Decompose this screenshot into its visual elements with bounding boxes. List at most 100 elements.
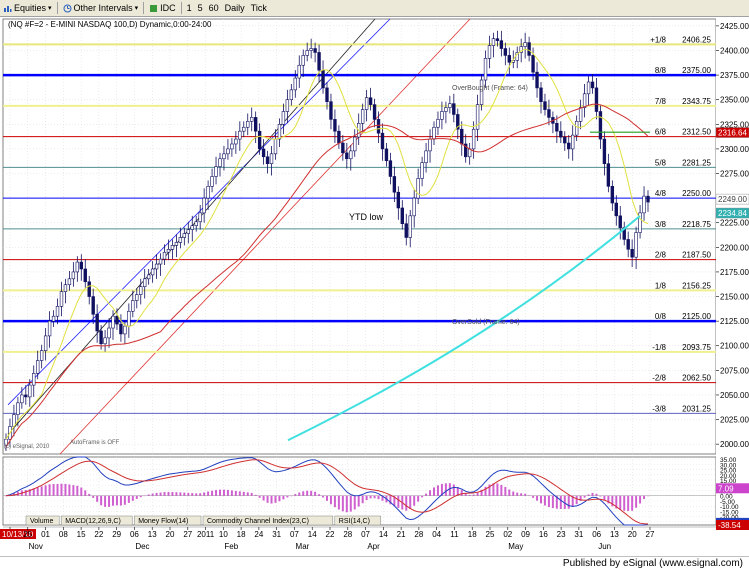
- toolbar-button-equities[interactable]: Equities ▾: [0, 1, 55, 16]
- macd-histogram-bar: [278, 495, 281, 502]
- candle-body: [47, 320, 52, 337]
- macd-histogram-bar: [377, 495, 380, 500]
- murrey-value: 2406.25: [682, 35, 711, 44]
- macd-histogram-bar: [452, 484, 455, 496]
- macd-histogram-bar: [226, 489, 229, 496]
- toolbar-button-idc[interactable]: IDC: [146, 1, 179, 16]
- macd-histogram-bar: [143, 495, 146, 497]
- candle-body: [436, 119, 440, 128]
- price-tick-label: 2400.00: [720, 46, 749, 55]
- macd-histogram-bar: [413, 495, 416, 506]
- macd-histogram-bar: [60, 483, 63, 496]
- candle-body: [578, 107, 583, 122]
- macd-histogram-bar: [234, 490, 237, 496]
- ytd-low-label: YTD low: [349, 212, 384, 222]
- pane-tab-label: MACD(12,26,9,C): [65, 518, 121, 525]
- macd-histogram-bar: [215, 490, 218, 496]
- macd-histogram-bar: [575, 495, 578, 505]
- candle-body: [170, 245, 175, 250]
- macd-histogram-bar: [647, 495, 649, 497]
- macd-histogram-bar: [421, 495, 424, 498]
- candle-body: [269, 153, 274, 164]
- time-tick-label: 22: [94, 530, 103, 539]
- time-tick-label: 08: [59, 530, 68, 539]
- candle-body: [368, 97, 373, 105]
- price-tick-label: 2175.00: [720, 268, 749, 277]
- candle-body: [67, 278, 72, 286]
- candle-body: [372, 104, 377, 120]
- murrey-value: 2093.75: [682, 343, 711, 352]
- candle-body: [567, 142, 571, 150]
- macd-histogram-bar: [333, 495, 336, 508]
- macd-histogram-bar: [433, 487, 435, 496]
- toolbar-button-tick[interactable]: Tick: [248, 1, 270, 16]
- macd-histogram-bar: [282, 495, 285, 500]
- overbought-label: OverBought (Frame: 64): [452, 85, 528, 92]
- candle-body: [317, 52, 321, 71]
- pane-tab-label: RSI(14,C): [339, 518, 370, 525]
- intervals-icon: [63, 4, 74, 13]
- candle-body: [495, 38, 500, 41]
- price-tick-label: 2300.00: [720, 145, 749, 154]
- macd-histogram-bar: [187, 492, 190, 496]
- time-month-label: Apr: [367, 542, 380, 551]
- toolbar-button-5[interactable]: 5: [195, 1, 206, 16]
- candle-body: [345, 152, 349, 160]
- price-tick-label: 2150.00: [720, 293, 749, 302]
- macd-histogram-bar: [472, 494, 475, 496]
- candle-body: [238, 130, 242, 140]
- candle-body: [75, 261, 80, 273]
- macd-histogram-bar: [436, 485, 439, 496]
- murrey-value: 2062.50: [682, 374, 711, 383]
- chart: 2425.002400.002375.002350.002325.002300.…: [0, 17, 749, 556]
- candle-body: [582, 93, 587, 108]
- time-tick-label: 14: [379, 530, 388, 539]
- macd-histogram-bar: [302, 491, 305, 496]
- candle-body: [626, 239, 630, 250]
- candle-body: [115, 315, 119, 325]
- toolbar-button-60[interactable]: 60: [206, 1, 222, 16]
- time-tick-label: 24: [254, 530, 263, 539]
- price-tick-label: 2425.00: [720, 22, 749, 31]
- time-tick-label: 14: [308, 530, 317, 539]
- macd-histogram-bar: [246, 492, 249, 496]
- candle-body: [39, 350, 44, 361]
- candle-body: [404, 223, 408, 238]
- macd-histogram-bar: [567, 495, 570, 509]
- pane-tab-label: Volume: [30, 518, 53, 525]
- macd-histogram-bar: [52, 484, 55, 496]
- macd-histogram-bar: [104, 495, 107, 507]
- candle-body: [349, 150, 353, 160]
- candle-body: [380, 132, 385, 150]
- macd-histogram-bar: [397, 495, 400, 508]
- price-tick-label: 2025.00: [720, 416, 749, 425]
- time-month-label: May: [508, 542, 523, 551]
- murrey-value: 2125.00: [682, 312, 711, 321]
- macd-histogram-bar: [290, 495, 293, 497]
- time-tick-label: 16: [539, 530, 548, 539]
- macd-histogram-bar: [219, 489, 221, 496]
- macd-histogram-bar: [159, 492, 162, 496]
- candle-body: [182, 233, 187, 238]
- macd-histogram-bar: [191, 493, 194, 496]
- macd-histogram-bar: [230, 490, 233, 496]
- macd-histogram-bar: [155, 492, 158, 496]
- time-tick-label: 29: [112, 530, 121, 539]
- candle-body: [206, 186, 210, 199]
- macd-histogram-bar: [619, 495, 622, 510]
- candle-body: [59, 291, 64, 307]
- macd-histogram-bar: [163, 492, 166, 496]
- macd-histogram-bar: [68, 484, 71, 496]
- toolbar-button-other-intervals[interactable]: Other Intervals ▾: [60, 1, 142, 16]
- time-month-label: Nov: [29, 542, 43, 551]
- macd-histogram-bar: [92, 495, 95, 498]
- toolbar-button-daily[interactable]: Daily: [222, 1, 248, 16]
- macd-histogram-bar: [635, 495, 638, 508]
- toolbar-button-label: IDC: [160, 3, 176, 13]
- toolbar-button-1[interactable]: 1: [184, 1, 195, 16]
- toolbar-button-label: Equities: [14, 3, 47, 13]
- candle-body: [337, 130, 341, 144]
- macd-histogram-bar: [266, 495, 269, 503]
- candle-body: [242, 126, 246, 132]
- candle-body: [158, 258, 163, 265]
